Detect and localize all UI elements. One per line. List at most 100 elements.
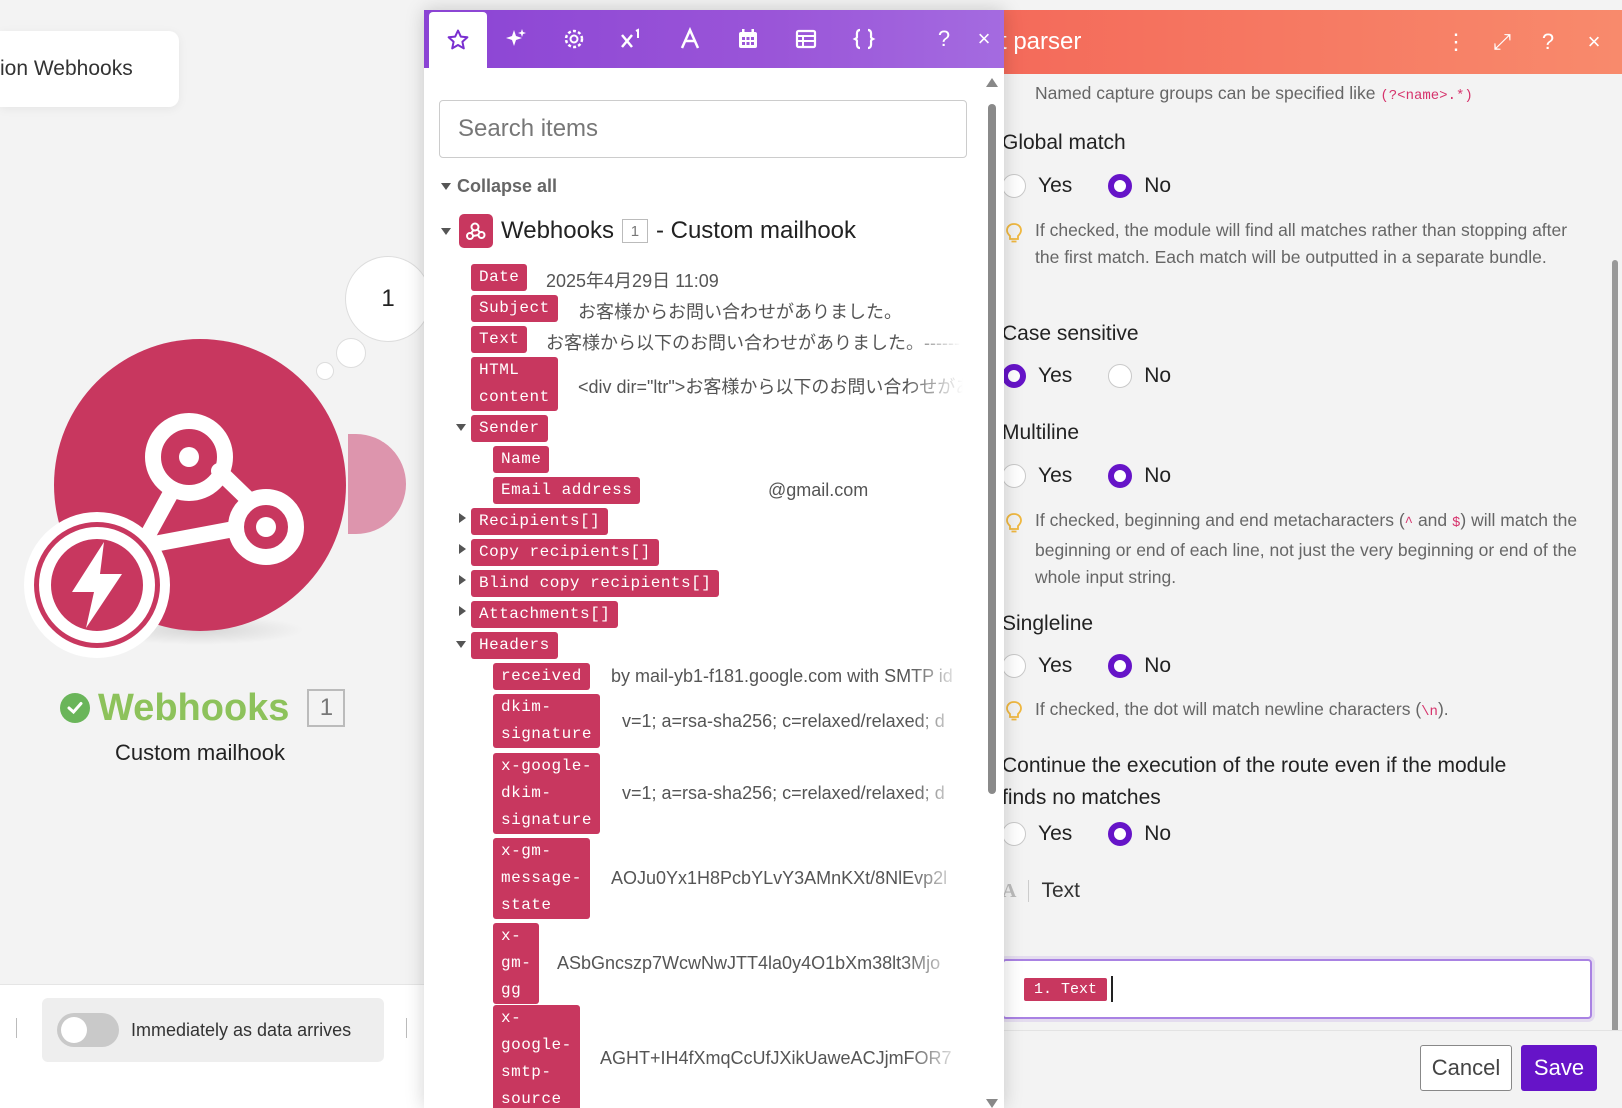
- more-options-icon[interactable]: ⋮: [1438, 24, 1474, 60]
- item-value: AOJu0Yx1H8PcbYLvY3AMnKXt/8NlEvp2l: [611, 868, 948, 888]
- mapping-item-x-gm-message-state[interactable]: x-gm-message-state: [493, 838, 590, 919]
- chevron-down-icon: [441, 183, 451, 190]
- table-icon: [795, 29, 817, 49]
- schedule-setting[interactable]: Immediately as data arrives: [42, 998, 384, 1062]
- tab-json-functions[interactable]: [835, 10, 893, 68]
- radio-button-selected[interactable]: [1108, 822, 1133, 846]
- mapping-scrollbar[interactable]: [986, 78, 998, 1108]
- help-icon[interactable]: ?: [1530, 24, 1566, 60]
- close-icon[interactable]: ×: [1576, 24, 1612, 60]
- mapping-item-copy-recipients[interactable]: Copy recipients[]: [471, 539, 659, 566]
- save-button[interactable]: Save: [1521, 1045, 1597, 1091]
- mapping-item-text[interactable]: Text: [471, 326, 528, 353]
- mapping-item-x-google-smtp-source[interactable]: x-google-smtp-source: [493, 1005, 580, 1108]
- mapping-item-sender-name[interactable]: Name: [493, 446, 550, 473]
- radio-button-selected[interactable]: [1002, 364, 1026, 388]
- mapping-body: Search items Collapse all Webhooks 1 - C…: [424, 68, 1004, 1108]
- multiline-options: Yes No: [1002, 464, 1207, 488]
- text-input[interactable]: 1. Text: [1002, 959, 1592, 1019]
- mapping-item-subject[interactable]: Subject: [471, 295, 558, 322]
- chevron-right-icon[interactable]: [459, 606, 466, 616]
- operation-count-bubble[interactable]: 1: [345, 256, 431, 342]
- scrollbar-thumb[interactable]: [988, 104, 996, 794]
- expand-icon[interactable]: ⤢: [1484, 24, 1520, 60]
- chevron-down-icon[interactable]: [441, 227, 451, 235]
- radio-button[interactable]: [1002, 654, 1026, 678]
- item-value: by mail-yb1-f181.google.com with SMTP id: [611, 666, 953, 686]
- mapping-item-attachments[interactable]: Attachments[]: [471, 601, 619, 628]
- chevron-right-icon[interactable]: [459, 575, 466, 585]
- lightning-icon: [39, 527, 155, 643]
- tab-text-functions[interactable]: [661, 10, 719, 68]
- radio-button-selected[interactable]: [1108, 174, 1133, 198]
- braces-icon: [852, 28, 876, 50]
- chevron-right-icon[interactable]: [459, 513, 466, 523]
- search-input[interactable]: Search items: [439, 100, 967, 158]
- item-value: @gmail.com: [768, 480, 869, 500]
- continue-label: Continue the execution of the route even…: [1002, 754, 1507, 809]
- mapping-item-headers[interactable]: Headers: [471, 632, 558, 659]
- item-value: v=1; a=rsa-sha256; c=relaxed/relaxed; d: [622, 711, 945, 731]
- cancel-button[interactable]: Cancel: [1420, 1045, 1512, 1091]
- multiline-no[interactable]: No: [1108, 464, 1171, 488]
- collapse-all-toggle[interactable]: Collapse all: [441, 176, 557, 197]
- singleline-no[interactable]: No: [1108, 654, 1171, 678]
- radio-button[interactable]: [1002, 464, 1026, 488]
- item-value: 2025年4月29日 11:09: [546, 271, 719, 291]
- help-icon: ?: [937, 26, 951, 51]
- global-match-hint: If checked, the module will find all mat…: [1035, 220, 1568, 267]
- tab-date-functions[interactable]: [719, 10, 777, 68]
- mapping-item-blind-copy-recipients[interactable]: Blind copy recipients[]: [471, 570, 720, 597]
- radio-button-selected[interactable]: [1108, 464, 1133, 488]
- tab-favorites[interactable]: [429, 12, 487, 68]
- star-icon: [447, 29, 469, 50]
- mapping-item-dkim-signature[interactable]: dkim-signature: [493, 694, 600, 748]
- named-groups-note: Named capture groups can be specified li…: [1035, 83, 1473, 104]
- case-sensitive-no[interactable]: No: [1108, 364, 1171, 388]
- mapped-text-chip[interactable]: 1. Text: [1024, 977, 1108, 1001]
- scroll-up-arrow[interactable]: [986, 78, 998, 87]
- continue-no[interactable]: No: [1108, 822, 1171, 846]
- radio-button-selected[interactable]: [1108, 654, 1133, 678]
- parser-scrollbar[interactable]: [1612, 260, 1618, 1040]
- radio-button[interactable]: [1002, 822, 1026, 846]
- continue-yes[interactable]: Yes: [1002, 822, 1072, 846]
- tab-ai[interactable]: [487, 10, 545, 68]
- mapping-close-button[interactable]: ×: [964, 10, 1004, 68]
- chevron-right-icon[interactable]: [459, 544, 466, 554]
- mapping-item-x-gm-gg[interactable]: x-gm-gg: [493, 923, 540, 1004]
- singleline-yes[interactable]: Yes: [1002, 654, 1072, 678]
- global-match-no[interactable]: No: [1108, 174, 1171, 198]
- mapping-item-sender[interactable]: Sender: [471, 415, 548, 442]
- mapping-item-received[interactable]: received: [493, 663, 590, 690]
- module-output-header[interactable]: Webhooks 1 - Custom mailhook: [441, 214, 856, 248]
- mapping-help-button[interactable]: ?: [924, 10, 964, 68]
- canvas-hint-card: ion Webhooks: [0, 31, 179, 107]
- scroll-down-arrow[interactable]: [986, 1099, 998, 1108]
- parser-header: t parser ⋮ ⤢ ? ×: [1000, 10, 1622, 74]
- tab-array-functions[interactable]: [777, 10, 835, 68]
- sparkle-icon: [506, 29, 526, 46]
- tab-general-functions[interactable]: [545, 10, 603, 68]
- mapping-item-x-google-dkim-signature[interactable]: x-google-dkim-signature: [493, 753, 600, 834]
- mapping-item-email-address[interactable]: Email address: [493, 477, 641, 504]
- radio-button[interactable]: [1002, 174, 1026, 198]
- text-type-icon: A: [1002, 879, 1017, 902]
- radio-button[interactable]: [1108, 364, 1133, 388]
- divider: [1028, 880, 1030, 902]
- mapping-item-date[interactable]: Date: [471, 264, 528, 291]
- text-field-label: A Text: [1002, 879, 1080, 903]
- case-sensitive-yes[interactable]: Yes: [1002, 364, 1072, 388]
- mapping-item-html-content[interactable]: HTML content: [471, 357, 558, 411]
- tab-math-functions[interactable]: [603, 10, 661, 68]
- schedule-toggle[interactable]: [57, 1013, 119, 1047]
- chevron-down-icon[interactable]: [456, 641, 466, 648]
- lightbulb-icon: [1006, 701, 1022, 721]
- module-subtitle: Custom mailhook: [115, 740, 285, 765]
- chevron-down-icon[interactable]: [456, 424, 466, 431]
- item-value: ASbGncszp7WcwNwJTT4la0y4O1bXm38lt3Mjo: [557, 953, 941, 973]
- module-connector-handle[interactable]: [348, 434, 406, 534]
- global-match-yes[interactable]: Yes: [1002, 174, 1072, 198]
- mapping-item-recipients[interactable]: Recipients[]: [471, 508, 609, 535]
- multiline-yes[interactable]: Yes: [1002, 464, 1072, 488]
